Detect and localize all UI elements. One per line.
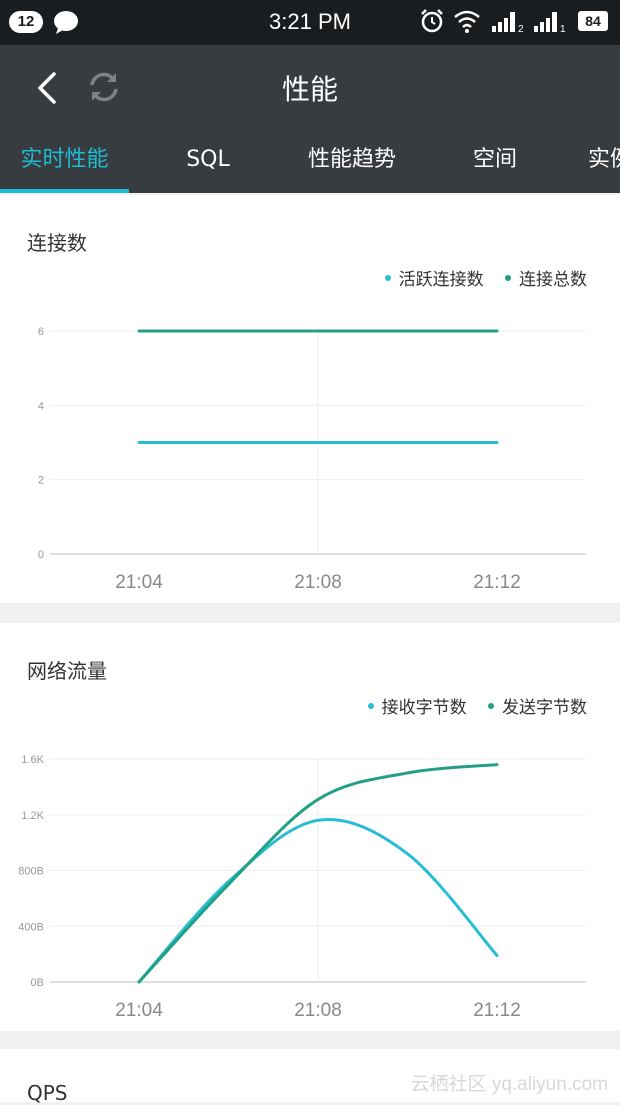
y-tick-label: 1.6K — [21, 754, 44, 766]
tab-instance[interactable]: 实例 — [588, 138, 620, 193]
y-tick-label: 1.2K — [21, 810, 44, 822]
battery-indicator: 84 — [578, 11, 608, 31]
network-traffic-card: 网络流量 接收字节数 发送字节数 0B 400B 800B 1.2K 1.6K 21:04… — [0, 623, 620, 1031]
y-tick-label: 800B — [18, 866, 44, 878]
tab-bar: 实时性能 SQL 性能趋势 空间 实例 — [0, 138, 620, 193]
svg-text:1: 1 — [560, 24, 566, 34]
y-tick-label: 6 — [38, 326, 44, 338]
x-tick-label: 21:08 — [294, 572, 342, 593]
network-traffic-chart: 0B 400B 800B 1.2K 1.6K 21:04 21:08 21:12 — [18, 754, 586, 1021]
active-tab-indicator — [0, 189, 129, 193]
x-tick-label: 21:08 — [294, 1000, 342, 1021]
x-tick-label: 21:04 — [115, 1000, 163, 1021]
y-tick-label: 4 — [38, 400, 44, 412]
x-tick-label: 21:12 — [473, 1000, 521, 1021]
y-tick-label: 400B — [18, 921, 44, 933]
y-tick-label: 0 — [38, 549, 44, 561]
signal-icon: 2 — [492, 12, 524, 34]
app-bar: 性能 实时性能 SQL 性能趋势 空间 实例 — [0, 45, 620, 193]
tab-space[interactable]: 空间 — [460, 138, 530, 193]
x-tick-label: 21:12 — [473, 572, 521, 593]
card-title: QPS — [27, 1081, 68, 1105]
watermark: 云栖社区 yq.aliyun.com — [410, 1074, 608, 1095]
signal-icon: 1 — [534, 12, 566, 34]
connections-card: 连接数 活跃连接数 连接总数 0 2 4 6 21:04 21:08 21:12 — [0, 195, 620, 603]
y-tick-label: 0B — [31, 977, 44, 989]
y-tick-label: 2 — [38, 475, 44, 487]
tab-performance-trend[interactable]: 性能趋势 — [296, 138, 408, 193]
connections-chart: 0 2 4 6 21:04 21:08 21:12 — [38, 326, 586, 593]
wifi-icon — [454, 10, 480, 33]
tab-realtime-performance[interactable]: 实时性能 — [0, 138, 129, 193]
x-tick-label: 21:04 — [115, 572, 163, 593]
page-title: 性能 — [281, 73, 338, 106]
tab-sql[interactable]: SQL — [168, 138, 248, 193]
svg-text:2: 2 — [518, 24, 524, 34]
clock: 3:21 PM — [269, 9, 351, 34]
status-bar: 12 3:21 PM 2 1 84 — [0, 0, 620, 45]
alarm-icon — [421, 9, 443, 33]
